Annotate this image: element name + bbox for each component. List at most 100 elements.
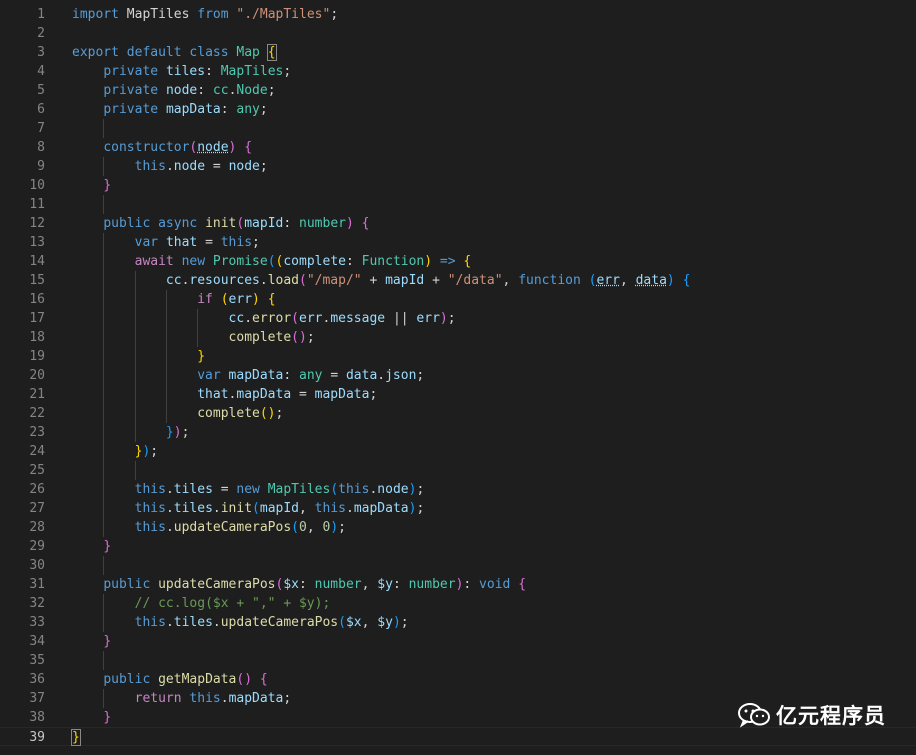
code-token: mapData <box>228 368 284 383</box>
indent-guide <box>103 423 105 442</box>
code-line[interactable]: 26 this.tiles = new MapTiles(this.node); <box>0 480 916 499</box>
indent-guide <box>165 290 167 309</box>
code-token: . <box>377 368 386 383</box>
code-token: ( <box>267 254 276 269</box>
indent-guide <box>134 385 136 404</box>
code-line[interactable]: 20 var mapData: any = data.json; <box>0 366 916 385</box>
code-editor[interactable]: 1 import MapTiles from "./MapTiles"; 2 3 exp… <box>0 0 916 755</box>
code-line[interactable]: 1 import MapTiles from "./MapTiles"; <box>0 5 916 24</box>
code-token: that <box>197 387 229 402</box>
code-line[interactable]: 5 private node: cc.Node; <box>0 81 916 100</box>
code-text: constructor(node) { <box>72 138 252 157</box>
line-number: 4 <box>37 64 45 79</box>
code-line[interactable]: 14 await new Promise((complete: Function… <box>0 252 916 271</box>
code-token: ; <box>447 311 456 326</box>
code-token: err <box>228 292 253 307</box>
line-number: 30 <box>29 558 45 573</box>
code-token: () <box>259 406 276 421</box>
code-text: } <box>72 632 111 651</box>
line-number: 27 <box>29 501 45 516</box>
code-token: { <box>361 216 370 231</box>
watermark-text: 亿元程序员 <box>776 704 886 728</box>
code-token: ; <box>400 615 409 630</box>
code-line[interactable]: 22 complete(); <box>0 404 916 423</box>
code-token: ( <box>291 311 299 326</box>
code-token: ) <box>345 216 362 231</box>
code-line[interactable]: 6 private mapData: any; <box>0 100 916 119</box>
code-token: ( <box>291 520 299 535</box>
code-line[interactable]: 12 public async init(mapId: number) { <box>0 214 916 233</box>
code-token: mapId <box>259 501 300 516</box>
code-line[interactable]: 27 this.tiles.init(mapId, this.mapData); <box>0 499 916 518</box>
code-line[interactable]: 15 cc.resources.load("/map/" + mapId + "… <box>0 271 916 290</box>
code-token: = <box>212 159 229 174</box>
code-token: { <box>463 254 472 269</box>
code-token: complete <box>197 406 260 421</box>
code-token: function <box>518 273 589 288</box>
code-line[interactable]: 29 } <box>0 537 916 556</box>
code-line[interactable]: 2 <box>0 24 916 43</box>
code-line[interactable]: 7 <box>0 119 916 138</box>
wechat-icon <box>738 702 770 728</box>
code-line[interactable]: 4 private tiles: MapTiles; <box>0 62 916 81</box>
code-token: + <box>432 273 448 288</box>
line-number: 32 <box>29 596 45 611</box>
code-token: . <box>244 311 253 326</box>
code-line[interactable]: 24 }); <box>0 442 916 461</box>
code-token: mapData <box>314 387 370 402</box>
code-line[interactable]: 10 } <box>0 176 916 195</box>
code-line[interactable]: 13 var that = this; <box>0 233 916 252</box>
code-text: this.tiles.init(mapId, this.mapData); <box>72 499 425 518</box>
code-line[interactable]: 34 } <box>0 632 916 651</box>
code-token: { <box>259 672 268 687</box>
code-line[interactable]: 28 this.updateCameraPos(0, 0); <box>0 518 916 537</box>
code-line[interactable]: 32 // cc.log($x + "," + $y); <box>0 594 916 613</box>
code-line[interactable]: 16 if (err) { <box>0 290 916 309</box>
indent-guide <box>103 195 105 214</box>
code-token: async <box>158 216 206 231</box>
code-line[interactable]: 19 } <box>0 347 916 366</box>
indent-guide <box>103 328 105 347</box>
code-text: await new Promise((complete: Function) =… <box>72 252 472 271</box>
code-token: Map <box>236 45 268 60</box>
code-token: } <box>71 729 81 746</box>
code-token: tiles <box>165 64 206 79</box>
code-token: node <box>197 140 229 155</box>
code-line[interactable]: 9 this.node = node; <box>0 157 916 176</box>
code-token: : <box>392 577 409 592</box>
code-token: . <box>165 520 174 535</box>
indent-guide <box>103 271 105 290</box>
line-number: 25 <box>29 463 45 478</box>
code-token: default <box>126 45 190 60</box>
indent-guide <box>134 271 136 290</box>
line-number: 1 <box>37 7 45 22</box>
code-line[interactable]: 33 this.tiles.updateCameraPos($x, $y); <box>0 613 916 632</box>
code-line[interactable]: 36 public getMapData() { <box>0 670 916 689</box>
code-text: private mapData: any; <box>72 100 267 119</box>
code-token: ; <box>283 64 292 79</box>
code-line[interactable]: 25 <box>0 461 916 480</box>
code-line[interactable]: 31 public updateCameraPos($x: number, $y… <box>0 575 916 594</box>
indent-guide <box>103 442 105 461</box>
code-token: tiles <box>173 615 213 630</box>
code-line[interactable]: 35 <box>0 651 916 670</box>
code-line[interactable]: 8 constructor(node) { <box>0 138 916 157</box>
code-line[interactable]: 3 export default class Map { <box>0 43 916 62</box>
code-line[interactable]: 30 <box>0 556 916 575</box>
code-token: () <box>291 330 307 345</box>
code-token: public <box>103 672 159 687</box>
code-line[interactable]: 23 }); <box>0 423 916 442</box>
line-number: 39 <box>29 730 45 745</box>
code-token: } <box>103 634 112 649</box>
code-line[interactable]: 21 that.mapData = mapData; <box>0 385 916 404</box>
code-line[interactable]: 17 cc.error(err.message || err); <box>0 309 916 328</box>
code-token: new <box>236 482 268 497</box>
code-token: = <box>330 368 346 383</box>
code-token: } <box>165 425 174 440</box>
code-line[interactable]: 11 <box>0 195 916 214</box>
indent-guide <box>103 233 105 252</box>
code-token: class <box>189 45 237 60</box>
line-number: 26 <box>29 482 45 497</box>
code-line[interactable]: 18 complete(); <box>0 328 916 347</box>
